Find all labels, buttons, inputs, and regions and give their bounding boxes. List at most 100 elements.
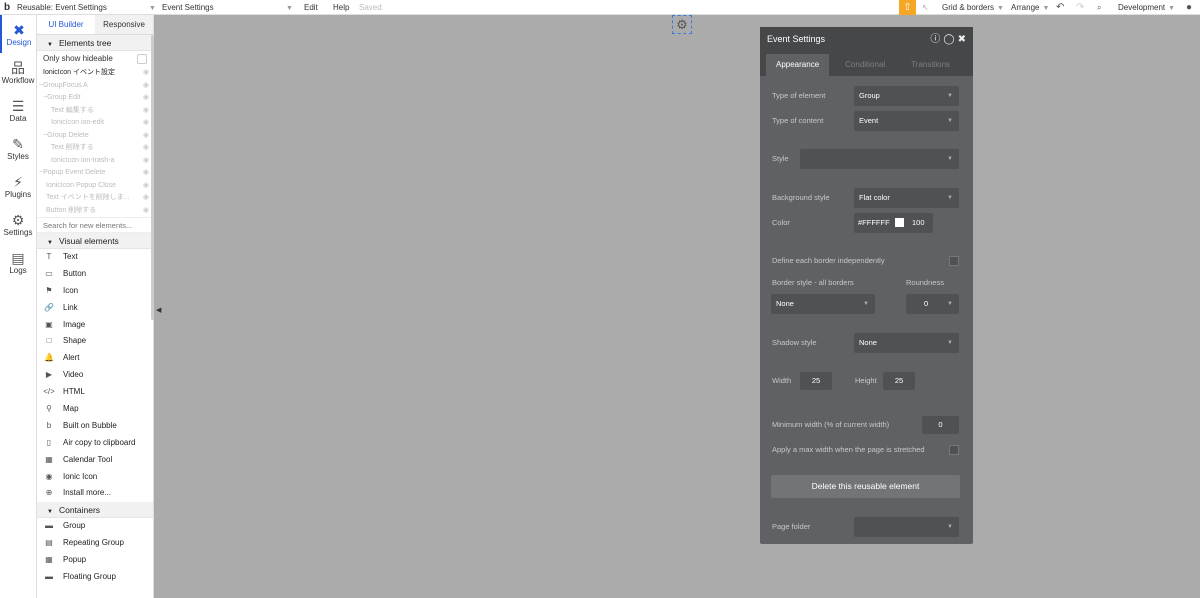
page-folder-select[interactable]: ▼ [854,517,959,537]
element-selector-chevron-icon[interactable]: ▼ [283,0,293,15]
visual-element-calendar-tool[interactable]: ▦ Calendar Tool [37,452,153,469]
container-group[interactable]: ▬ Group [37,518,153,535]
nav-design[interactable]: ✖ Design [0,15,36,53]
eye-icon[interactable]: ◉ [143,180,149,193]
container-repeating-group[interactable]: ▤ Repeating Group [37,535,153,552]
tab-responsive[interactable]: Responsive [95,15,153,34]
tree-item[interactable]: −Group Delete ◉ [37,130,153,143]
bubble-logo-icon[interactable]: b [4,0,10,15]
color-picker[interactable]: #FFFFFF 100 [854,213,933,233]
eye-icon[interactable]: ◉ [143,192,149,205]
eye-icon[interactable]: ◉ [143,67,149,80]
upgrade-icon[interactable]: ⇧ [899,0,916,15]
style-select[interactable]: ▼ [800,149,959,169]
border-style-select[interactable]: None ▼ [771,294,875,314]
grid-borders-menu[interactable]: Grid & borders ▼ [942,0,1004,15]
max-width-checkbox[interactable] [949,445,959,455]
containers-header[interactable]: ▼ Containers [37,502,153,519]
visual-element-video[interactable]: ▶ Video [37,367,153,384]
eye-icon[interactable]: ◉ [143,105,149,118]
visual-elements-header[interactable]: ▼ Visual elements [37,233,153,249]
color-swatch[interactable] [895,218,904,227]
tab-transitions[interactable]: Transitions [901,54,960,76]
close-icon[interactable]: ✖ [958,34,969,45]
visual-element-install-more[interactable]: ⊕ Install more... [37,485,153,502]
tab-ui-builder[interactable]: UI Builder [37,15,95,34]
elements-tree-header[interactable]: ▼ Elements tree [37,35,153,51]
eye-icon[interactable]: ◉ [143,205,149,218]
page-selector[interactable]: Reusable: Event Settings [17,0,107,15]
redo-icon[interactable]: ↷ [1076,0,1084,15]
menu-help[interactable]: Help [333,0,349,15]
visual-element-image[interactable]: ▣ Image [37,317,153,334]
tree-item[interactable]: IonicIcon Popup Close ◉ [37,180,153,193]
collapse-panel-icon[interactable]: ◀ [156,306,161,314]
nav-workflow[interactable]: 品 Workflow [0,53,36,91]
tree-item[interactable]: IonicIcon イベント設定 ◉ [37,67,153,80]
visual-element-text[interactable]: T Text [37,249,153,266]
page-selector-chevron-icon[interactable]: ▼ [146,0,156,15]
visual-element-air-copy-to-clipboard[interactable]: ▯ Air copy to clipboard [37,435,153,452]
background-style-select[interactable]: Flat color ▼ [854,188,959,208]
height-input[interactable]: 25 [883,372,915,390]
visual-element-icon[interactable]: ⚑ Icon [37,283,153,300]
info-icon[interactable]: ⓘ [930,34,943,45]
pointer-icon[interactable]: ↖ [922,0,929,15]
element-selector[interactable]: Event Settings [162,0,214,15]
visual-element-link[interactable]: 🔗 Link [37,300,153,317]
tree-item[interactable]: Text 削除する ◉ [37,142,153,155]
user-avatar-icon[interactable]: ● [1186,0,1192,15]
nav-plugins[interactable]: ⚡ Plugins [0,167,36,205]
define-border-checkbox[interactable] [949,256,959,266]
nav-data[interactable]: ☰ Data [0,91,36,129]
tree-item[interactable]: −GroupFocus A ◉ [37,80,153,93]
tree-item[interactable]: IonicIcon ion-trash-a ◉ [37,155,153,168]
tree-item[interactable]: Text 編集する ◉ [37,105,153,118]
search-elements-input[interactable]: Search for new elements... [37,217,153,233]
min-width-input[interactable]: 0 [922,416,959,434]
tab-conditional[interactable]: Conditional [835,54,895,76]
reusable-element-gear-icon[interactable]: ⚙ [672,15,692,34]
tree-item[interactable]: −Group Edit ◉ [37,92,153,105]
nav-settings[interactable]: ⚙ Settings [0,205,36,243]
visual-element-ionic-icon[interactable]: ◉ Ionic Icon [37,469,153,486]
type-of-content-select[interactable]: Event ▼ [854,111,959,131]
visual-element-shape[interactable]: □ Shape [37,333,153,350]
panel-scrollbar[interactable] [151,35,154,320]
tree-item[interactable]: IonicIcon ion-edit ◉ [37,117,153,130]
visual-element-built-on-bubble[interactable]: b Built on Bubble [37,418,153,435]
nav-logs[interactable]: ▤ Logs [0,243,36,281]
tree-item[interactable]: Text イベントを削除しま... ◉ [37,192,153,205]
tab-appearance[interactable]: Appearance [766,54,830,76]
search-icon[interactable]: ⌕ [1097,0,1101,15]
eye-icon[interactable]: ◉ [143,130,149,143]
tree-item[interactable]: −Popup Event Delete ◉ [37,167,153,180]
arrange-menu[interactable]: Arrange ▼ [1011,0,1049,15]
comment-icon[interactable]: ◯ [943,34,957,45]
roundness-input[interactable]: 0 ▼ [906,294,959,314]
undo-icon[interactable]: ↶ [1056,0,1064,15]
delete-reusable-element-button[interactable]: Delete this reusable element [771,475,960,498]
shadow-style-select[interactable]: None ▼ [854,333,959,353]
eye-icon[interactable]: ◉ [143,117,149,130]
type-of-element-select[interactable]: Group ▼ [854,86,959,106]
eye-icon[interactable]: ◉ [143,142,149,155]
only-show-hideable[interactable]: Only show hideable [37,51,153,67]
container-popup[interactable]: ▦ Popup [37,552,153,569]
only-show-hideable-checkbox[interactable] [137,54,147,64]
visual-element-button[interactable]: ▭ Button [37,266,153,283]
width-input[interactable]: 25 [800,372,832,390]
eye-icon[interactable]: ◉ [143,80,149,93]
visual-element-alert[interactable]: 🔔 Alert [37,350,153,367]
visual-element-map[interactable]: ⚲ Map [37,401,153,418]
nav-styles[interactable]: ✎ Styles [0,129,36,167]
visual-element-html[interactable]: </> HTML [37,384,153,401]
container-floating-group[interactable]: ▬ Floating Group [37,569,153,586]
eye-icon[interactable]: ◉ [143,155,149,168]
eye-icon[interactable]: ◉ [143,92,149,105]
tree-item[interactable]: Button 削除する ◉ [37,205,153,218]
menu-edit[interactable]: Edit [304,0,318,15]
floating-group-icon: ▬ [45,572,53,582]
environment-selector[interactable]: Development ▼ [1118,0,1175,15]
eye-icon[interactable]: ◉ [143,167,149,180]
